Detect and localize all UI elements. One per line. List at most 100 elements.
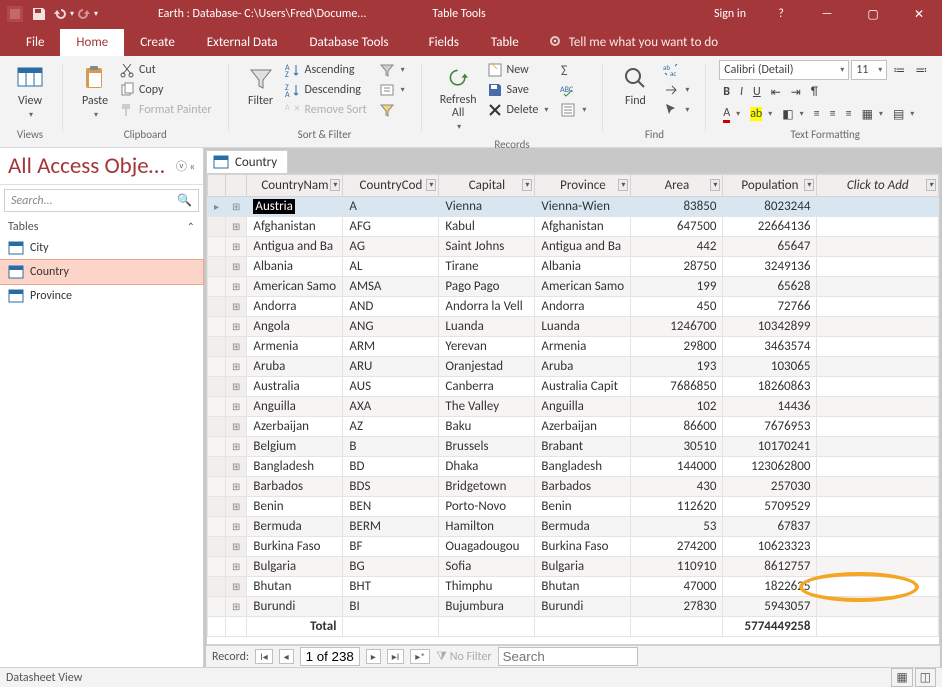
- cell-population[interactable]: 3463574: [723, 337, 817, 357]
- cell-area[interactable]: 144000: [631, 457, 723, 477]
- cell-area[interactable]: 450: [631, 297, 723, 317]
- expand-row[interactable]: ⊞: [226, 337, 247, 357]
- cell-empty[interactable]: [817, 257, 939, 277]
- expand-row[interactable]: ⊞: [226, 457, 247, 477]
- table-row[interactable]: ⊞AlbaniaALTiraneAlbania287503249136: [208, 257, 939, 277]
- cell-province[interactable]: Azerbaijan: [535, 417, 631, 437]
- cell-country-code[interactable]: AG: [343, 237, 439, 257]
- expand-row[interactable]: ⊞: [226, 357, 247, 377]
- cell-country-name[interactable]: American Samo: [247, 277, 343, 297]
- cell-province[interactable]: American Samo: [535, 277, 631, 297]
- cell-country-name[interactable]: Australia: [247, 377, 343, 397]
- close-icon[interactable]: ✕: [896, 0, 942, 28]
- tab-file[interactable]: File: [10, 29, 60, 56]
- cell-population[interactable]: 72766: [723, 297, 817, 317]
- tab-external-data[interactable]: External Data: [191, 29, 294, 56]
- selection-filter-button[interactable]: ▾: [375, 60, 409, 80]
- cell-province[interactable]: Andorra: [535, 297, 631, 317]
- font-selector[interactable]: Calibri (Detail)▾: [719, 60, 849, 80]
- row-selector[interactable]: [208, 237, 226, 257]
- cell-country-code[interactable]: AMSA: [343, 277, 439, 297]
- cell-country-name[interactable]: Angola: [247, 317, 343, 337]
- cell-population[interactable]: 65628: [723, 277, 817, 297]
- row-selector[interactable]: [208, 217, 226, 237]
- expand-row[interactable]: ⊞: [226, 317, 247, 337]
- cell-country-name[interactable]: Belgium: [247, 437, 343, 457]
- qat-redo-icon[interactable]: ▾: [76, 3, 98, 25]
- row-selector[interactable]: [208, 417, 226, 437]
- cell-capital[interactable]: Hamilton: [439, 517, 535, 537]
- table-row[interactable]: ⊞AustraliaAUSCanberraAustralia Capit7686…: [208, 377, 939, 397]
- align-right-button[interactable]: ≡: [842, 104, 856, 124]
- row-selector[interactable]: ▸: [208, 197, 226, 217]
- cell-province[interactable]: Bulgaria: [535, 557, 631, 577]
- remove-sort-button[interactable]: ARemove Sort: [281, 100, 371, 120]
- expand-row[interactable]: ⊞: [226, 377, 247, 397]
- cell-province[interactable]: Antigua and Ba: [535, 237, 631, 257]
- table-row[interactable]: ⊞AndorraANDAndorra la VellAndorra4507276…: [208, 297, 939, 317]
- cell-population[interactable]: 5943057: [723, 597, 817, 617]
- tab-table[interactable]: Table: [475, 29, 535, 56]
- table-row[interactable]: ⊞AfghanistanAFGKabulAfghanistan647500226…: [208, 217, 939, 237]
- cell-country-name[interactable]: Azerbaijan: [247, 417, 343, 437]
- record-search-input[interactable]: [498, 647, 638, 666]
- cell-area[interactable]: 86600: [631, 417, 723, 437]
- view-button[interactable]: View▾: [10, 60, 50, 124]
- cell-province[interactable]: Barbados: [535, 477, 631, 497]
- cell-area[interactable]: 47000: [631, 577, 723, 597]
- cell-area[interactable]: 199: [631, 277, 723, 297]
- cell-country-code[interactable]: AXA: [343, 397, 439, 417]
- cell-country-code[interactable]: AZ: [343, 417, 439, 437]
- cell-area[interactable]: 83850: [631, 197, 723, 217]
- cell-area[interactable]: 110910: [631, 557, 723, 577]
- cell-capital[interactable]: Yerevan: [439, 337, 535, 357]
- cell-empty[interactable]: [817, 517, 939, 537]
- cell-empty[interactable]: [817, 317, 939, 337]
- cell-area[interactable]: 647500: [631, 217, 723, 237]
- expand-row[interactable]: ⊞: [226, 237, 247, 257]
- cell-province[interactable]: Afghanistan: [535, 217, 631, 237]
- cell-country-name[interactable]: Albania: [247, 257, 343, 277]
- table-row[interactable]: ⊞BermudaBERMHamiltonBermuda5367837: [208, 517, 939, 537]
- record-new-button[interactable]: ▸*: [410, 649, 430, 664]
- spelling-button[interactable]: ABC: [556, 80, 590, 100]
- row-selector[interactable]: [208, 537, 226, 557]
- row-selector[interactable]: [208, 257, 226, 277]
- cell-province[interactable]: Aruba: [535, 357, 631, 377]
- cell-country-name[interactable]: Barbados: [247, 477, 343, 497]
- table-row[interactable]: ⊞BurundiBIBujumburaBurundi278305943057: [208, 597, 939, 617]
- cell-province[interactable]: Bhutan: [535, 577, 631, 597]
- cell-population[interactable]: 10170241: [723, 437, 817, 457]
- cell-country-name[interactable]: Anguilla: [247, 397, 343, 417]
- cell-area[interactable]: 30510: [631, 437, 723, 457]
- select-all-cell[interactable]: [208, 175, 226, 197]
- click-to-add-column[interactable]: Click to Add▾: [817, 175, 939, 197]
- cell-province[interactable]: Luanda: [535, 317, 631, 337]
- cell-area[interactable]: 274200: [631, 537, 723, 557]
- table-row[interactable]: ⊞BarbadosBDSBridgetownBarbados430257030: [208, 477, 939, 497]
- find-button[interactable]: Find: [615, 60, 655, 112]
- new-record-button[interactable]: New: [483, 60, 553, 80]
- datasheet-table[interactable]: CountryNam▾CountryCod▾Capital▾Province▾A…: [207, 174, 939, 637]
- record-next-button[interactable]: ▸: [366, 649, 381, 664]
- descending-button[interactable]: ZADescending: [281, 80, 371, 100]
- alt-row-color-button[interactable]: ▤▾: [889, 104, 918, 124]
- total-row[interactable]: Total5774449258: [208, 617, 939, 637]
- table-row[interactable]: ⊞ArubaARUOranjestadAruba193103065: [208, 357, 939, 377]
- cell-country-code[interactable]: BEN: [343, 497, 439, 517]
- nav-item-city[interactable]: City: [0, 236, 203, 260]
- expand-row[interactable]: ⊞: [226, 557, 247, 577]
- cell-empty[interactable]: [817, 457, 939, 477]
- table-row[interactable]: ⊞American SamoAMSAPago PagoAmerican Samo…: [208, 277, 939, 297]
- paste-button[interactable]: Paste▾: [75, 60, 115, 124]
- cell-country-code[interactable]: ARM: [343, 337, 439, 357]
- cell-country-name[interactable]: Burkina Faso: [247, 537, 343, 557]
- cell-empty[interactable]: [817, 277, 939, 297]
- cell-country-name[interactable]: Austria: [247, 197, 343, 217]
- tab-database-tools[interactable]: Database Tools: [294, 29, 405, 56]
- replace-button[interactable]: abac: [659, 60, 693, 80]
- cell-capital[interactable]: Kabul: [439, 217, 535, 237]
- cell-population[interactable]: 1822625: [723, 577, 817, 597]
- cell-empty[interactable]: [817, 357, 939, 377]
- cell-population[interactable]: 65647: [723, 237, 817, 257]
